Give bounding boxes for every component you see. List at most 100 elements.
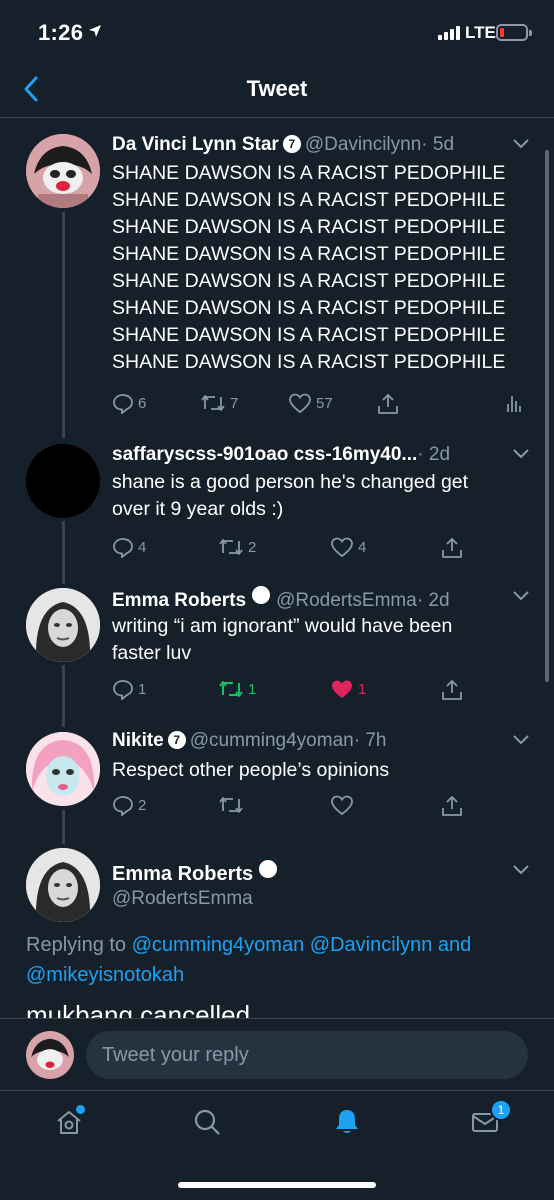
tweet-actions: 6 7 57 xyxy=(112,392,528,418)
mention-link[interactable]: @Davincilynn xyxy=(310,934,433,956)
retweet-icon xyxy=(201,395,225,411)
analytics-button[interactable] xyxy=(506,392,522,414)
tweet-line: faster luv xyxy=(112,642,192,664)
tweet-header: Emma Roberts @RodertsEmma· 2d xyxy=(112,586,510,612)
share-button[interactable] xyxy=(440,794,464,818)
tab-search[interactable] xyxy=(192,1107,222,1142)
retweet-button[interactable]: 2 xyxy=(218,536,256,558)
status-bar: 1:26 LTE xyxy=(0,0,554,60)
mention-link[interactable]: @cumming4yoman xyxy=(132,934,305,956)
tweet-time: · 7h xyxy=(353,730,387,751)
tweet[interactable]: Emma Roberts @RodertsEmma· 2d writing “i … xyxy=(0,584,554,726)
author-handle[interactable]: @cumming4yoman xyxy=(190,730,354,751)
network-type: LTE xyxy=(465,23,496,42)
author-name[interactable]: Emma Roberts xyxy=(112,860,283,886)
share-icon xyxy=(378,394,398,414)
author-name[interactable]: Da Vinci Lynn Star xyxy=(112,134,279,155)
reply-icon xyxy=(113,394,133,414)
tweet-time: · 2d xyxy=(416,590,450,611)
tweet-actions: 1 1 1 xyxy=(112,678,528,704)
tab-notifications[interactable] xyxy=(332,1107,362,1142)
retweet-button[interactable]: 7 xyxy=(200,392,238,414)
tab-home[interactable] xyxy=(54,1105,85,1142)
tweet-line: shane is a good person he's changed get xyxy=(112,471,469,493)
replying-prefix: Replying to xyxy=(26,934,127,956)
tweet[interactable]: saffaryscss-901oao css-16my40...· 2d sha… xyxy=(0,440,554,582)
retweet-button[interactable] xyxy=(218,794,244,816)
author-name[interactable]: Nikite xyxy=(112,730,164,751)
tweet-time: · 5d xyxy=(421,134,455,155)
reply-input[interactable] xyxy=(86,1031,528,1079)
author-name[interactable]: Emma Roberts xyxy=(112,590,246,611)
tweet[interactable]: Nikite 7 @cumming4yoman· 7h Respect other … xyxy=(0,728,554,842)
like-count: 57 xyxy=(316,394,333,412)
chevron-down-icon[interactable] xyxy=(512,448,530,460)
tweet-header: saffaryscss-901oao css-16my40...· 2d xyxy=(112,444,510,466)
retweet-icon xyxy=(219,681,243,697)
like-icon xyxy=(331,537,353,558)
scrollbar[interactable] xyxy=(545,150,549,682)
reply-icon xyxy=(113,796,133,816)
like-count: 4 xyxy=(358,538,367,556)
share-button[interactable] xyxy=(376,392,400,416)
mention-and[interactable]: and xyxy=(438,934,471,956)
like-icon xyxy=(331,795,353,816)
avatar[interactable] xyxy=(26,732,100,806)
tweet-text: Respect other people’s opinions xyxy=(112,757,528,784)
chevron-down-icon[interactable] xyxy=(512,590,530,602)
focused-tweet: Emma Roberts @RodertsEmma Replying to @c… xyxy=(0,844,554,1018)
retweet-count: 7 xyxy=(230,394,239,412)
tweet-text: SHANE DAWSON IS A RACIST PEDOPHILE SHANE… xyxy=(112,160,528,376)
retweet-button[interactable]: 1 xyxy=(218,678,256,700)
avatar[interactable] xyxy=(26,134,100,208)
like-count: 1 xyxy=(358,680,367,698)
like-button[interactable] xyxy=(330,794,354,816)
chevron-down-icon[interactable] xyxy=(512,734,530,746)
author-handle[interactable]: @RodertsEmma xyxy=(112,888,253,910)
chevron-down-icon[interactable] xyxy=(512,864,530,876)
author-handle[interactable]: @Davincilynn xyxy=(305,134,421,155)
verified-badge-icon xyxy=(252,586,271,604)
avatar[interactable] xyxy=(26,588,100,662)
reply-button[interactable]: 1 xyxy=(112,678,146,700)
share-button[interactable] xyxy=(440,678,464,702)
reply-button[interactable]: 6 xyxy=(112,392,146,414)
retweet-icon xyxy=(219,539,243,555)
reply-button[interactable]: 2 xyxy=(112,794,146,816)
like-button[interactable]: 4 xyxy=(330,536,366,558)
messages-badge: 1 xyxy=(490,1099,512,1121)
chevron-down-icon[interactable] xyxy=(512,138,530,150)
tweet-line: writing “i am ignorant” would have been xyxy=(112,615,453,637)
battery-icon xyxy=(496,24,532,41)
tweet-line: SHANE DAWSON IS A RACIST PEDOPHILE xyxy=(112,216,506,238)
share-icon xyxy=(442,680,462,700)
tweet-actions: 2 xyxy=(112,794,528,820)
page-title: Tweet xyxy=(246,76,308,101)
like-icon xyxy=(289,393,311,414)
home-indicator[interactable] xyxy=(178,1182,376,1188)
avatar[interactable] xyxy=(26,848,100,922)
tab-messages[interactable]: 1 xyxy=(470,1099,512,1142)
like-button[interactable]: 1 xyxy=(330,678,366,700)
author-name[interactable]: saffaryscss-901oao css-16my40... xyxy=(112,444,417,465)
location-arrow-icon xyxy=(89,25,101,37)
reply-count: 1 xyxy=(138,680,147,698)
avatar xyxy=(26,1031,74,1079)
author-handle[interactable]: @RodertsEmma xyxy=(276,590,417,611)
like-button[interactable]: 57 xyxy=(288,392,333,414)
retweet-count: 1 xyxy=(248,680,257,698)
status-time: 1:26 xyxy=(38,20,84,45)
share-button[interactable] xyxy=(440,536,464,560)
tweet-line: SHANE DAWSON IS A RACIST PEDOPHILE xyxy=(112,162,506,184)
reply-button[interactable]: 4 xyxy=(112,536,146,558)
analytics-icon xyxy=(507,396,521,412)
reply-icon xyxy=(113,538,133,558)
mention-link[interactable]: @mikeyisnotokah xyxy=(26,964,184,986)
reply-count: 2 xyxy=(138,796,147,814)
share-icon xyxy=(442,538,462,558)
tweet-line: SHANE DAWSON IS A RACIST PEDOPHILE xyxy=(112,324,506,346)
avatar[interactable] xyxy=(26,444,100,518)
replying-to: Replying to @cumming4yoman @Davincilynn … xyxy=(26,930,528,990)
tweet[interactable]: Da Vinci Lynn Star 7 @Davincilynn· 5d SHAN… xyxy=(0,120,554,436)
tweet-header: Da Vinci Lynn Star 7 @Davincilynn· 5d xyxy=(112,134,510,156)
